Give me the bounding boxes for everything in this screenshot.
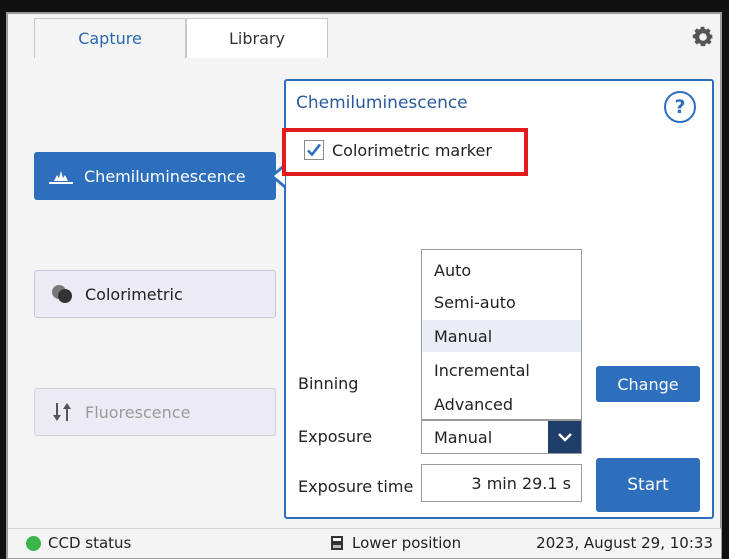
exposure-select-value: Manual: [434, 427, 493, 447]
tab-library-label: Library: [229, 29, 285, 48]
dropdown-option-auto[interactable]: Auto: [422, 254, 581, 286]
help-icon[interactable]: ?: [664, 91, 696, 123]
exposure-time-value: 3 min 29.1 s: [471, 473, 571, 493]
start-button-label: Start: [627, 475, 669, 495]
chevron-down-icon[interactable]: [548, 421, 581, 453]
dropdown-option-incremental[interactable]: Incremental: [422, 354, 581, 386]
change-button-label: Change: [617, 374, 679, 394]
exposure-time-label: Exposure time: [298, 477, 414, 496]
ccd-status-text: CCD status: [48, 534, 132, 552]
mode-chemiluminescence-button[interactable]: Chemiluminescence: [34, 152, 276, 200]
fluorescence-icon: [49, 401, 75, 423]
dropdown-option-semi-auto[interactable]: Semi-auto: [422, 286, 581, 318]
red-highlight-box: [282, 128, 528, 176]
panel-title: Chemiluminescence: [296, 93, 468, 113]
tab-library[interactable]: Library: [186, 18, 328, 58]
mode-chemiluminescence-label: Chemiluminescence: [84, 166, 246, 186]
binning-label: Binning: [298, 374, 359, 393]
lower-position-text: Lower position: [352, 534, 462, 552]
mode-colorimetric-label: Colorimetric: [85, 284, 183, 304]
mode-colorimetric-button[interactable]: Colorimetric: [34, 270, 276, 318]
start-button[interactable]: Start: [596, 458, 700, 512]
gear-icon[interactable]: [690, 24, 716, 50]
tray-position-icon: [331, 536, 343, 550]
exposure-label: Exposure: [298, 427, 373, 446]
change-button[interactable]: Change: [596, 366, 700, 402]
mode-fluorescence-label: Fluorescence: [85, 402, 191, 422]
dropdown-option-manual[interactable]: Manual: [422, 320, 581, 352]
exposure-time-input[interactable]: 3 min 29.1 s: [421, 464, 582, 502]
dropdown-option-advanced[interactable]: Advanced: [422, 388, 581, 420]
mode-fluorescence-button: Fluorescence: [34, 388, 276, 436]
chemiluminescence-icon: [48, 165, 74, 187]
ccd-status-indicator-icon: [26, 536, 41, 551]
colorimetric-icon: [49, 283, 75, 305]
exposure-dropdown-list: Auto Semi-auto Manual Incremental Advanc…: [421, 249, 582, 420]
status-bar: CCD status Lower position 2023, August 2…: [8, 528, 721, 558]
datetime-text: 2023, August 29, 10:33: [536, 534, 713, 552]
tab-capture[interactable]: Capture: [34, 18, 186, 58]
tab-capture-label: Capture: [78, 29, 142, 48]
